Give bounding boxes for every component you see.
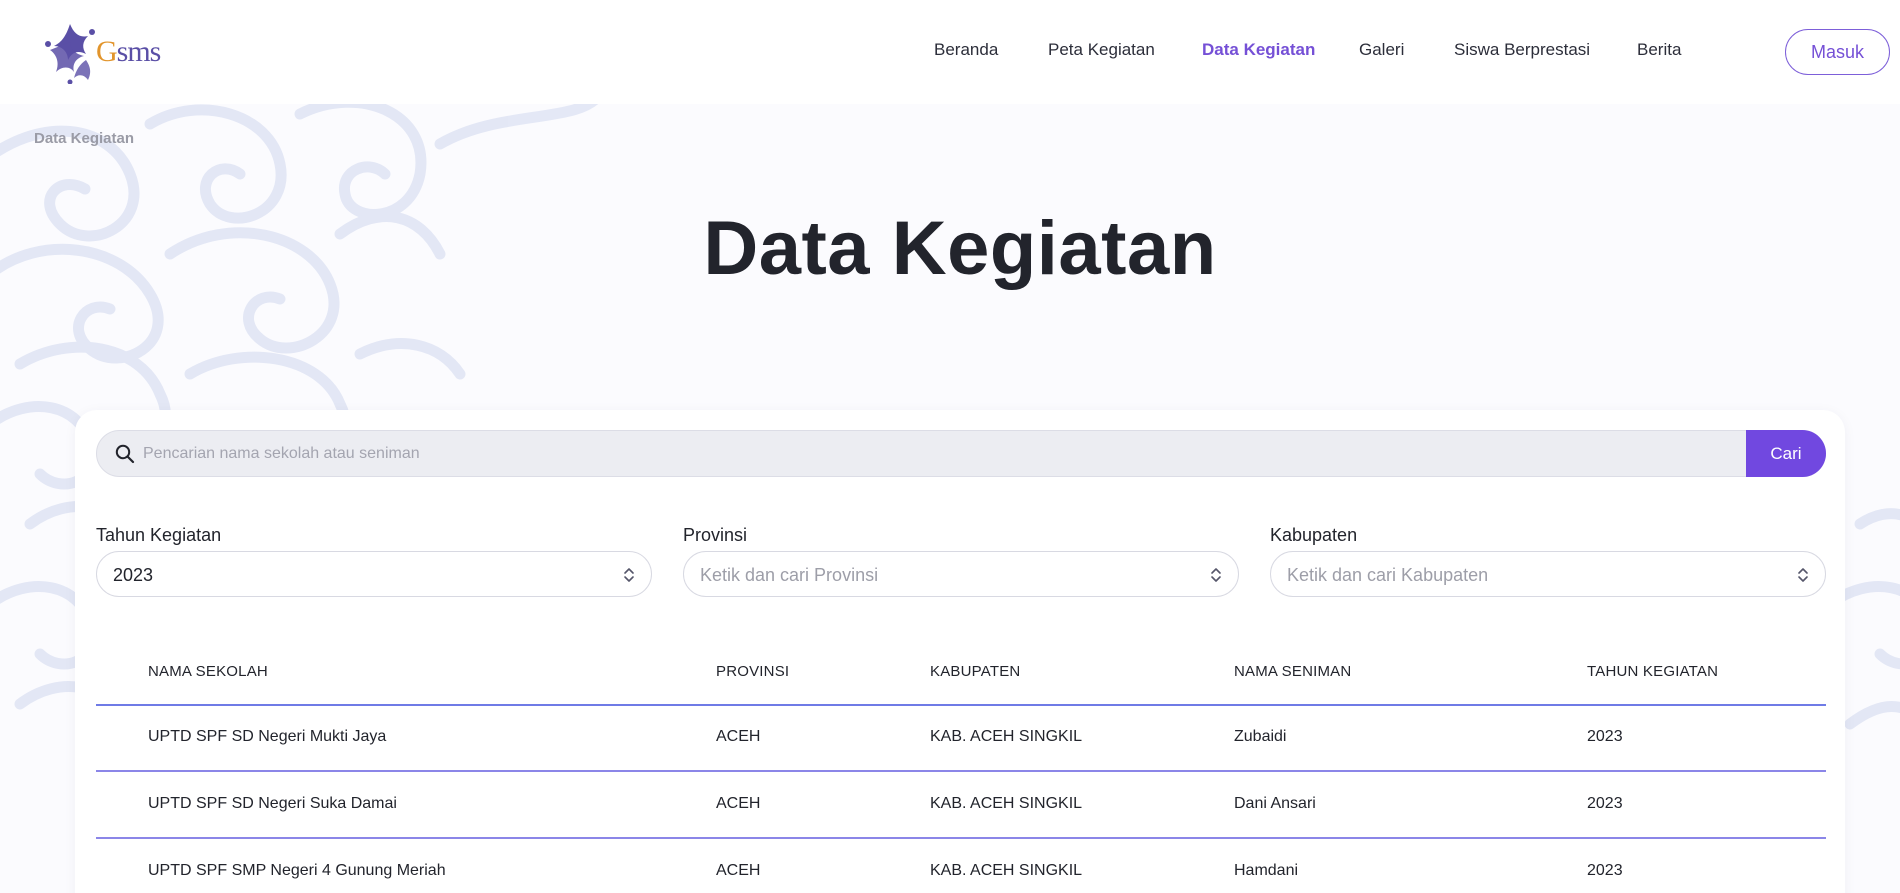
logo-wordmark: Gsms <box>96 35 161 68</box>
column-header-kabupaten[interactable]: KABUPATEN <box>930 663 1020 680</box>
table-cell-nama-seniman: Dani Ansari <box>1234 795 1316 812</box>
table-cell-nama-seniman: Hamdani <box>1234 862 1299 879</box>
table-cell-kabupaten: KAB. ACEH SINGKIL <box>930 728 1083 745</box>
table-cell-nama-seniman: Zubaidi <box>1234 728 1287 745</box>
provinsi-select[interactable]: Ketik dan cari Provinsi <box>683 551 1239 597</box>
table-cell-kabupaten: KAB. ACEH SINGKIL <box>930 795 1083 812</box>
table-cell-kabupaten: KAB. ACEH SINGKIL <box>930 862 1083 879</box>
filter-label-kabupaten: Kabupaten <box>1270 525 1358 545</box>
search-input[interactable] <box>143 431 1743 476</box>
column-header-tahun-kegiatan[interactable]: TAHUN KEGIATAN <box>1587 663 1718 680</box>
nav-item-beranda[interactable]: Beranda <box>934 40 998 60</box>
table-header-divider <box>96 704 1826 706</box>
kabupaten-select[interactable]: Ketik dan cari Kabupaten <box>1270 551 1826 597</box>
table-cell-provinsi: ACEH <box>716 728 761 745</box>
select-updown-icon <box>624 568 634 582</box>
page-title: Data Kegiatan <box>703 206 1217 291</box>
select-placeholder: Ketik dan cari Provinsi <box>700 565 879 585</box>
table-cell-nama-sekolah: UPTD SPF SMP Negeri 4 Gunung Meriah <box>148 862 446 879</box>
nav-item-berita[interactable]: Berita <box>1637 40 1681 60</box>
nav-item-data-kegiatan[interactable]: Data Kegiatan <box>1202 40 1315 60</box>
table-cell-provinsi: ACEH <box>716 862 761 879</box>
table-cell-nama-sekolah: UPTD SPF SD Negeri Suka Damai <box>148 795 397 812</box>
table-cell-nama-sekolah: UPTD SPF SD Negeri Mukti Jaya <box>148 728 387 745</box>
column-header-nama-seniman[interactable]: NAMA SENIMAN <box>1234 663 1351 680</box>
filter-label-provinsi: Provinsi <box>683 525 748 545</box>
logo-star-icon <box>45 24 95 84</box>
breadcrumb[interactable]: Data Kegiatan <box>34 130 134 147</box>
table-cell-tahun-kegiatan: 2023 <box>1587 862 1623 879</box>
nav-item-galeri[interactable]: Galeri <box>1359 40 1404 60</box>
select-placeholder: Ketik dan cari Kabupaten <box>1287 565 1489 585</box>
search-icon <box>115 444 135 464</box>
search-bar <box>96 430 1826 477</box>
nav-item-peta-kegiatan[interactable]: Peta Kegiatan <box>1048 40 1155 60</box>
login-button[interactable]: Masuk <box>1785 29 1890 75</box>
gsms-logo[interactable]: Gsms <box>40 18 170 86</box>
table-cell-tahun-kegiatan: 2023 <box>1587 728 1623 745</box>
search-button[interactable]: Cari <box>1746 430 1826 477</box>
column-header-provinsi[interactable]: PROVINSI <box>716 663 789 680</box>
column-header-nama-sekolah[interactable]: NAMA SEKOLAH <box>148 663 268 680</box>
top-navbar: Gsms Beranda Peta Kegiatan Data Kegiatan… <box>0 0 1900 104</box>
select-updown-icon <box>1211 568 1221 582</box>
table-row-divider <box>96 770 1826 772</box>
filter-label-tahun-kegiatan: Tahun Kegiatan <box>96 525 222 545</box>
content-card <box>75 410 1845 893</box>
table-cell-provinsi: ACEH <box>716 795 761 812</box>
tahun-kegiatan-select[interactable]: 2023 <box>96 551 652 597</box>
table-row-divider <box>96 837 1826 839</box>
select-updown-icon <box>1798 568 1808 582</box>
select-value: 2023 <box>113 565 154 585</box>
nav-item-siswa-berprestasi[interactable]: Siswa Berprestasi <box>1454 40 1590 60</box>
table-cell-tahun-kegiatan: 2023 <box>1587 795 1623 812</box>
